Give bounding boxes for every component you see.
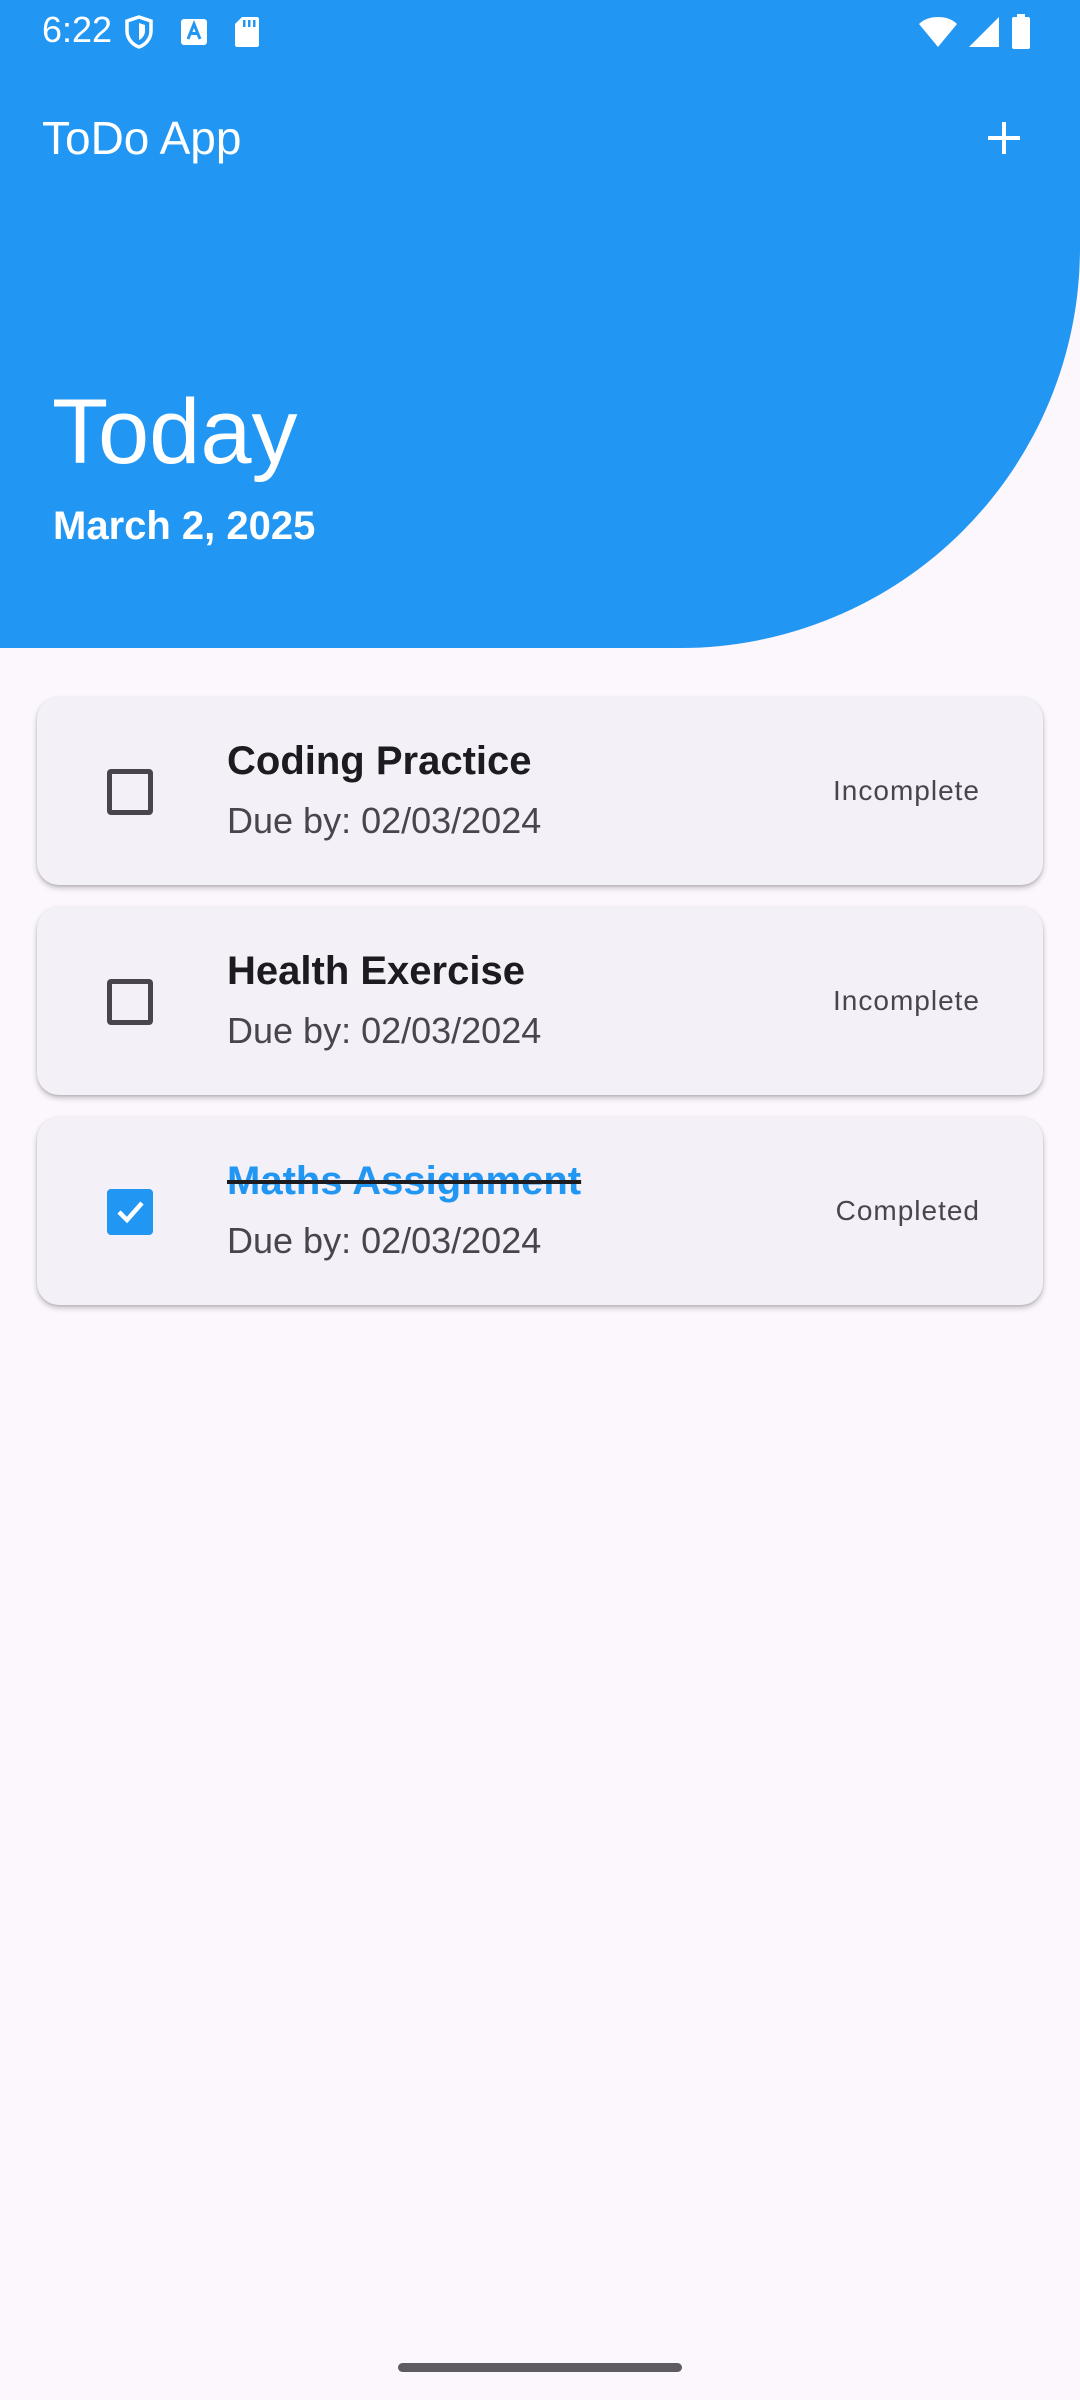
cell-signal-icon [968, 16, 1000, 48]
task-card[interactable]: Coding Practice Due by: 02/03/2024 Incom… [37, 697, 1043, 885]
task-list: Coding Practice Due by: 02/03/2024 Incom… [37, 697, 1043, 1327]
task-title: Maths Assignment [227, 1159, 582, 1203]
checkmark-icon [117, 1201, 144, 1224]
home-indicator[interactable] [398, 2363, 682, 2372]
task-status: Incomplete [833, 985, 980, 1016]
status-bar: 6:22 [0, 0, 1080, 64]
wifi-icon [918, 16, 958, 48]
page-title: Today [52, 381, 298, 483]
plus-icon [988, 122, 1020, 154]
task-due-date: Due by: 02/03/2024 [227, 1010, 542, 1051]
shield-icon [124, 15, 154, 49]
task-checkbox[interactable] [107, 769, 153, 815]
text-a-icon [180, 18, 208, 46]
task-checkbox[interactable] [107, 979, 153, 1025]
status-left-icons [124, 12, 286, 52]
task-status: Incomplete [833, 775, 980, 806]
task-due-date: Due by: 02/03/2024 [227, 800, 542, 841]
task-title: Coding Practice [227, 739, 532, 783]
status-time: 6:22 [42, 9, 113, 50]
sd-card-icon [234, 16, 260, 48]
page-date: March 2, 2025 [53, 504, 316, 548]
task-title: Health Exercise [227, 949, 525, 993]
battery-icon [1010, 14, 1032, 50]
add-task-button[interactable] [970, 104, 1038, 172]
app-title: ToDo App [42, 112, 242, 164]
task-due-date: Due by: 02/03/2024 [227, 1220, 542, 1261]
task-card[interactable]: Health Exercise Due by: 02/03/2024 Incom… [37, 907, 1043, 1095]
task-checkbox[interactable] [107, 1189, 153, 1235]
task-status: Completed [835, 1195, 980, 1226]
task-card[interactable]: Maths Assignment Due by: 02/03/2024 Comp… [37, 1117, 1043, 1305]
status-right-icons [908, 12, 1032, 52]
